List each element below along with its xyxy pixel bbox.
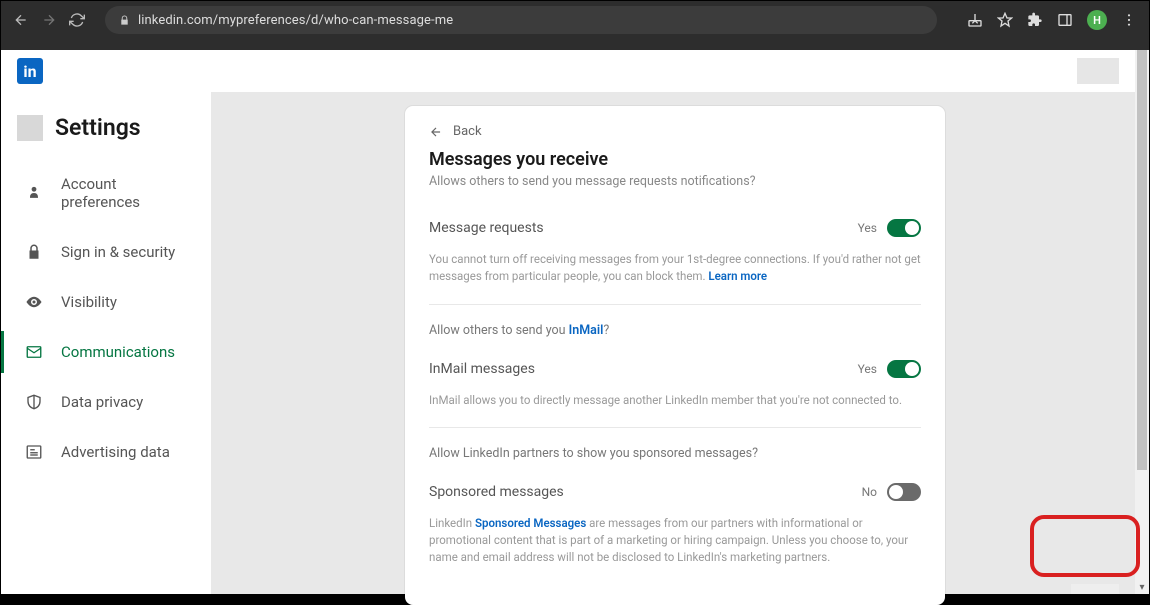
- linkedin-topbar: in: [1, 50, 1135, 92]
- address-bar[interactable]: linkedin.com/mypreferences/d/who-can-mes…: [105, 6, 937, 34]
- reload-icon[interactable]: [69, 12, 85, 28]
- main-content-area: Back Messages you receive Allows others …: [211, 92, 1135, 594]
- footer-placeholder: [1071, 584, 1119, 594]
- section-question: Allow others to send you InMail?: [429, 317, 921, 350]
- scrollbar-down-icon[interactable]: ▾: [1135, 580, 1149, 594]
- inmail-toggle[interactable]: [887, 360, 921, 378]
- sidebar-item-data-privacy[interactable]: Data privacy: [1, 377, 211, 427]
- sidebar-item-advertising-data[interactable]: Advertising data: [1, 427, 211, 477]
- back-button[interactable]: Back: [429, 124, 921, 139]
- envelope-icon: [25, 343, 43, 361]
- inmail-row: InMail messages Yes: [429, 350, 921, 386]
- message-requests-row: Message requests Yes: [429, 209, 921, 245]
- back-icon[interactable]: [13, 12, 29, 28]
- sidebar-item-label: Visibility: [61, 293, 117, 311]
- setting-label: InMail messages: [429, 361, 535, 377]
- learn-more-link[interactable]: Learn more: [708, 269, 767, 283]
- setting-label: Sponsored messages: [429, 484, 564, 500]
- sidebar-item-label: Data privacy: [61, 393, 143, 411]
- person-icon: [25, 184, 43, 202]
- lock-icon: [119, 11, 130, 30]
- sidebar-item-account-preferences[interactable]: Account preferences: [1, 159, 211, 227]
- help-text: You cannot turn off receiving messages f…: [429, 245, 921, 300]
- browser-toolbar: linkedin.com/mypreferences/d/who-can-mes…: [1, 1, 1149, 39]
- card-title: Messages you receive: [429, 149, 921, 170]
- settings-title: Settings: [55, 114, 141, 141]
- eye-icon: [25, 293, 43, 311]
- setting-label: Message requests: [429, 220, 544, 236]
- help-text: InMail allows you to directly message an…: [429, 386, 921, 423]
- message-requests-toggle[interactable]: [887, 219, 921, 237]
- settings-card: Back Messages you receive Allows others …: [405, 106, 945, 605]
- sponsored-row: Sponsored messages No: [429, 473, 921, 509]
- toggle-state-text: Yes: [858, 221, 877, 235]
- arrow-left-icon: [429, 125, 443, 139]
- lock-icon: [25, 243, 43, 261]
- settings-icon-placeholder: [17, 115, 43, 141]
- topbar-placeholder: [1077, 58, 1119, 84]
- url-text: linkedin.com/mypreferences/d/who-can-mes…: [138, 13, 453, 28]
- star-icon[interactable]: [997, 12, 1013, 28]
- sidebar-item-visibility[interactable]: Visibility: [1, 277, 211, 327]
- sidebar-item-communications[interactable]: Communications: [1, 327, 211, 377]
- sponsored-toggle[interactable]: [887, 483, 921, 501]
- shield-icon: [25, 393, 43, 411]
- kebab-menu-icon[interactable]: [1121, 12, 1137, 28]
- sidebar-item-label: Sign in & security: [61, 243, 175, 261]
- sponsored-messages-link[interactable]: Sponsored Messages: [475, 516, 586, 530]
- share-icon[interactable]: [967, 12, 983, 28]
- extensions-icon[interactable]: [1027, 12, 1043, 28]
- sidebar-item-signin-security[interactable]: Sign in & security: [1, 227, 211, 277]
- divider: [429, 304, 921, 305]
- back-label: Back: [453, 124, 482, 139]
- profile-avatar[interactable]: H: [1087, 10, 1107, 30]
- tab-strip: [1, 39, 1149, 50]
- sidebar-item-label: Advertising data: [61, 443, 170, 461]
- divider: [429, 427, 921, 428]
- scrollbar[interactable]: ▾: [1135, 50, 1149, 594]
- newspaper-icon: [25, 443, 43, 461]
- toggle-state-text: Yes: [858, 362, 877, 376]
- panel-icon[interactable]: [1057, 12, 1073, 28]
- help-text: LinkedIn Sponsored Messages are messages…: [429, 509, 921, 581]
- settings-sidebar: Settings Account preferences Sign in & s…: [1, 92, 211, 594]
- sidebar-item-label: Communications: [61, 343, 175, 361]
- toggle-state-text: No: [862, 485, 877, 499]
- section-question: Allow LinkedIn partners to show you spon…: [429, 440, 921, 473]
- card-subtitle: Allows others to send you message reques…: [429, 174, 921, 189]
- inmail-link[interactable]: InMail: [569, 323, 604, 338]
- forward-icon[interactable]: [41, 12, 57, 28]
- sidebar-item-label: Account preferences: [61, 175, 189, 211]
- linkedin-logo[interactable]: in: [17, 58, 43, 84]
- scrollbar-thumb[interactable]: [1137, 50, 1147, 470]
